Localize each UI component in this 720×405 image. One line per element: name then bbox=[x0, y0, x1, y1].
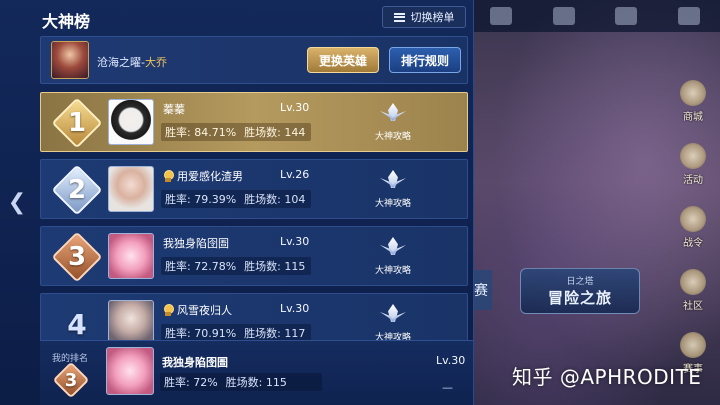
my-player-name: 我独身陷囹圄 bbox=[162, 356, 228, 369]
win-rate: 胜率: 72.78% bbox=[165, 260, 237, 273]
player-avatar[interactable] bbox=[108, 99, 154, 145]
player-name: 风雪夜归人 bbox=[177, 304, 232, 317]
guide-label: 大神攻略 bbox=[374, 199, 411, 209]
hero-name-highlight: 大乔 bbox=[144, 56, 167, 69]
player-avatar[interactable] bbox=[108, 233, 154, 279]
my-player-stats: 胜率: 72% 胜场数: 115 bbox=[160, 373, 322, 391]
top-toolbar bbox=[470, 0, 720, 32]
master-guide-button[interactable]: 大神攻略 bbox=[371, 103, 415, 147]
side-menu-label: 社区 bbox=[683, 301, 703, 312]
win-count: 胜场数: 117 bbox=[244, 327, 306, 340]
player-name: 蓁蓁 bbox=[163, 103, 185, 116]
adventure-banner-title: 冒险之旅 bbox=[547, 289, 612, 307]
master-guide-button[interactable]: 大神攻略 bbox=[371, 170, 415, 214]
my-extra-value: — bbox=[442, 381, 453, 394]
player-level: Lv.30 bbox=[280, 302, 310, 315]
medal-icon bbox=[163, 170, 174, 182]
player-stats: 胜率: 84.71% 胜场数: 144 bbox=[161, 123, 311, 141]
rank-badge-gold: 1 bbox=[51, 97, 103, 149]
adventure-banner-subtitle: 日之塔 bbox=[566, 277, 594, 287]
back-arrow-icon[interactable]: ❮ bbox=[6, 190, 28, 216]
list-icon bbox=[393, 12, 405, 22]
change-hero-button[interactable]: 更换英雄 bbox=[307, 47, 379, 73]
player-level: Lv.30 bbox=[280, 101, 310, 114]
side-menu-item-events[interactable]: 活动 bbox=[672, 143, 714, 186]
win-count: 胜场数: 144 bbox=[244, 126, 306, 139]
rank-badge-silver: 2 bbox=[51, 164, 103, 216]
switch-leaderboard-button[interactable]: 切换榜单 bbox=[382, 6, 466, 28]
win-rate: 胜率: 79.39% bbox=[165, 193, 237, 206]
side-menu-item-battlepass[interactable]: 战令 bbox=[672, 206, 714, 249]
win-count: 胜场数: 104 bbox=[244, 193, 306, 206]
player-name: 用爱感化渣男 bbox=[177, 170, 243, 183]
my-rank-bar: 我的排名 3 我独身陷囹圄 Lv.30 胜率: 72% 胜场数: 115 — bbox=[40, 340, 473, 405]
player-level: Lv.30 bbox=[280, 235, 310, 248]
win-count: 胜场数: 115 bbox=[244, 260, 306, 273]
settings-gear-icon[interactable] bbox=[677, 7, 700, 25]
side-menu-label: 商城 bbox=[683, 112, 703, 123]
mail-icon[interactable] bbox=[615, 7, 638, 25]
master-guide-button[interactable]: 大神攻略 bbox=[371, 237, 415, 281]
ranking-rules-button[interactable]: 排行规则 bbox=[389, 47, 461, 73]
player-level: Lv.26 bbox=[280, 168, 310, 181]
guide-wings-icon bbox=[380, 170, 406, 194]
rank-row[interactable]: 3 我独身陷囹圄 Lv.30 胜率: 72.78% 胜场数: 115 大神攻略 bbox=[40, 226, 468, 286]
watermark: 知乎 @APHRODITE bbox=[512, 365, 702, 389]
panel-title: 大神榜 bbox=[42, 12, 91, 31]
win-rate: 胜率: 70.91% bbox=[165, 327, 237, 340]
tournament-icon bbox=[680, 332, 706, 358]
side-menu: 商城 活动 战令 社区 赛事 bbox=[672, 80, 714, 375]
battlepass-icon bbox=[680, 206, 706, 232]
side-menu-item-shop[interactable]: 商城 bbox=[672, 80, 714, 123]
side-menu-label: 战令 bbox=[683, 238, 703, 249]
player-avatar[interactable] bbox=[108, 166, 154, 212]
guide-label: 大神攻略 bbox=[374, 132, 411, 142]
adventure-banner[interactable]: 日之塔 冒险之旅 bbox=[520, 268, 640, 314]
rank-row[interactable]: 2 用爱感化渣男 Lv.26 胜率: 79.39% 胜场数: 104 大神攻略 bbox=[40, 159, 468, 219]
shop-icon bbox=[680, 80, 706, 106]
player-name: 我独身陷囹圄 bbox=[163, 237, 229, 250]
rank-badge-bronze: 3 bbox=[51, 231, 103, 283]
hero-selector-bar: 沧海之曜-大乔 更换英雄 排行规则 bbox=[40, 36, 468, 84]
guide-wings-icon bbox=[380, 103, 406, 127]
my-win-rate: 胜率: 72% bbox=[164, 376, 218, 389]
side-menu-label: 活动 bbox=[683, 175, 703, 186]
side-menu-item-community[interactable]: 社区 bbox=[672, 269, 714, 312]
my-win-count: 胜场数: 115 bbox=[225, 376, 287, 389]
medal-icon bbox=[163, 304, 174, 316]
player-stats: 胜率: 79.39% 胜场数: 104 bbox=[161, 190, 311, 208]
guide-wings-icon bbox=[380, 304, 406, 328]
my-avatar[interactable] bbox=[106, 347, 154, 395]
video-icon[interactable] bbox=[552, 7, 575, 25]
win-rate: 胜率: 84.71% bbox=[165, 126, 237, 139]
guide-wings-icon bbox=[380, 237, 406, 261]
my-rank-badge: 3 bbox=[52, 361, 90, 399]
player-stats: 胜率: 72.78% 胜场数: 115 bbox=[161, 257, 311, 275]
hero-avatar[interactable] bbox=[51, 41, 89, 79]
guide-label: 大神攻略 bbox=[374, 266, 411, 276]
community-icon bbox=[680, 269, 706, 295]
hero-name: 沧海之曜-大乔 bbox=[97, 54, 167, 70]
my-player-level: Lv.30 bbox=[436, 354, 466, 367]
hero-skin-name: 沧海之曜- bbox=[97, 56, 145, 69]
game-background-scene: 商城 活动 战令 社区 赛事 赛 日之塔 冒险之旅 bbox=[470, 0, 720, 405]
leaderboard-panel: 大神榜 切换榜单 ❮ 沧海之曜-大乔 更换英雄 排行规则 1 蓁蓁 Lv.30 … bbox=[0, 0, 474, 405]
rank-row[interactable]: 1 蓁蓁 Lv.30 胜率: 84.71% 胜场数: 144 大神攻略 bbox=[40, 92, 468, 152]
friends-icon[interactable] bbox=[490, 7, 513, 25]
events-icon bbox=[680, 143, 706, 169]
switch-leaderboard-label: 切换榜单 bbox=[410, 11, 455, 24]
